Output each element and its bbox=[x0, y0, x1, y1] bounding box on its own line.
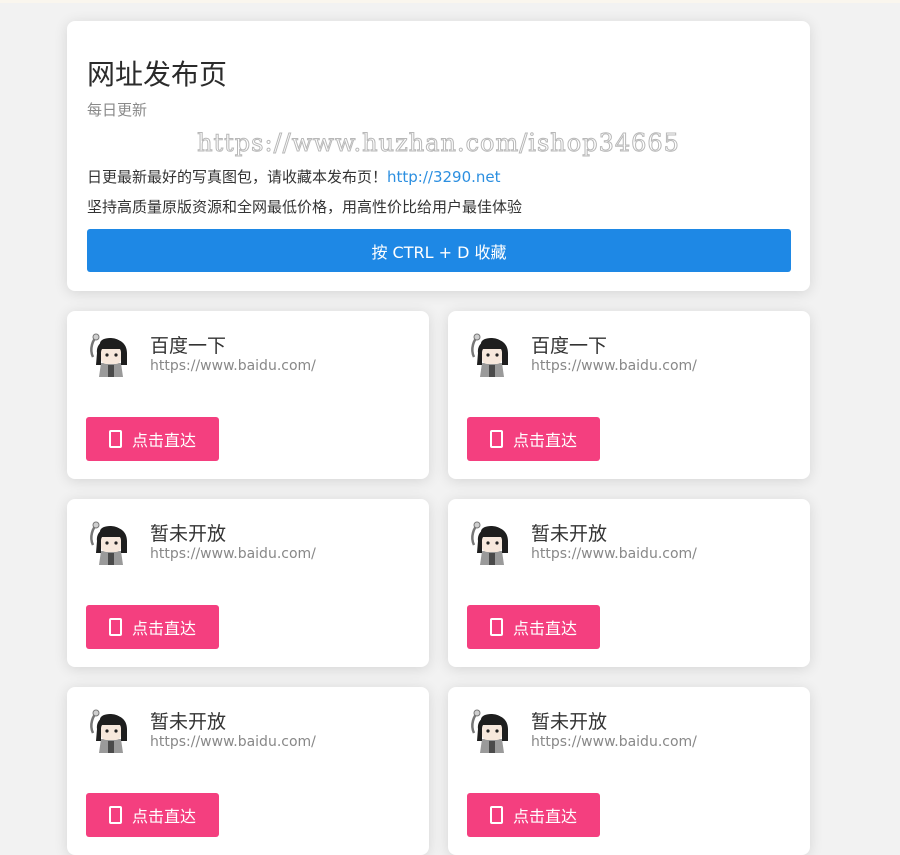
page-subtitle: 每日更新 bbox=[87, 101, 148, 119]
site-name: 暂未开放 bbox=[150, 711, 227, 733]
go-button-label: 点击直达 bbox=[131, 807, 196, 826]
site-url: https://www.baidu.com/ bbox=[150, 546, 316, 562]
site-name: 暂未开放 bbox=[531, 711, 608, 733]
go-button[interactable]: 点击直达 bbox=[86, 793, 219, 837]
site-name: 百度一下 bbox=[150, 335, 227, 357]
go-button[interactable]: 点击直达 bbox=[86, 417, 219, 461]
site-link[interactable]: http://3290.net bbox=[387, 168, 501, 186]
go-button-label: 点击直达 bbox=[512, 431, 577, 450]
anime-avatar-icon bbox=[471, 333, 508, 377]
site-url: https://www.baidu.com/ bbox=[531, 734, 697, 750]
go-button-label: 点击直达 bbox=[131, 431, 196, 450]
go-button-label: 点击直达 bbox=[512, 619, 577, 638]
go-button[interactable]: 点击直达 bbox=[467, 605, 600, 649]
header-card: 网址发布页 每日更新 https://www.huzhan.com/ishop3… bbox=[67, 21, 810, 291]
site-card: 暂未开放 https://www.baidu.com/ 点击直达 bbox=[448, 687, 810, 855]
watermark: https://www.huzhan.com/ishop34665 bbox=[197, 129, 680, 158]
phone-icon bbox=[108, 618, 122, 636]
go-button-label: 点击直达 bbox=[512, 807, 577, 826]
phone-icon bbox=[108, 806, 122, 824]
site-url: https://www.baidu.com/ bbox=[531, 546, 697, 562]
site-name: 百度一下 bbox=[531, 335, 608, 357]
site-url: https://www.baidu.com/ bbox=[150, 358, 316, 374]
site-card: 暂未开放 https://www.baidu.com/ 点击直达 bbox=[448, 499, 810, 667]
site-card: 暂未开放 https://www.baidu.com/ 点击直达 bbox=[67, 499, 429, 667]
phone-icon bbox=[489, 806, 503, 824]
go-button-label: 点击直达 bbox=[131, 619, 196, 638]
site-name: 暂未开放 bbox=[531, 523, 608, 545]
anime-avatar-icon bbox=[471, 521, 508, 565]
info-line-1: 日更最新最好的写真图包，请收藏本发布页！http://3290.net bbox=[87, 166, 501, 187]
page-title: 网址发布页 bbox=[87, 58, 228, 91]
phone-icon bbox=[489, 430, 503, 448]
go-button[interactable]: 点击直达 bbox=[467, 793, 600, 837]
site-url: https://www.baidu.com/ bbox=[531, 358, 697, 374]
anime-avatar-icon bbox=[90, 521, 127, 565]
go-button[interactable]: 点击直达 bbox=[467, 417, 600, 461]
anime-avatar-icon bbox=[90, 333, 127, 377]
site-card: 百度一下 https://www.baidu.com/ 点击直达 bbox=[448, 311, 810, 479]
site-url: https://www.baidu.com/ bbox=[150, 734, 316, 750]
info-text-1: 日更最新最好的写真图包，请收藏本发布页！ bbox=[87, 168, 388, 186]
site-card: 百度一下 https://www.baidu.com/ 点击直达 bbox=[67, 311, 429, 479]
anime-avatar-icon bbox=[90, 709, 127, 753]
bookmark-button[interactable]: 按 CTRL + D 收藏 bbox=[87, 229, 791, 272]
site-name: 暂未开放 bbox=[150, 523, 227, 545]
info-line-2: 坚持高质量原版资源和全网最低价格，用高性价比给用户最佳体验 bbox=[87, 198, 523, 216]
go-button[interactable]: 点击直达 bbox=[86, 605, 219, 649]
phone-icon bbox=[108, 430, 122, 448]
top-border bbox=[0, 0, 900, 3]
anime-avatar-icon bbox=[471, 709, 508, 753]
site-card: 暂未开放 https://www.baidu.com/ 点击直达 bbox=[67, 687, 429, 855]
phone-icon bbox=[489, 618, 503, 636]
